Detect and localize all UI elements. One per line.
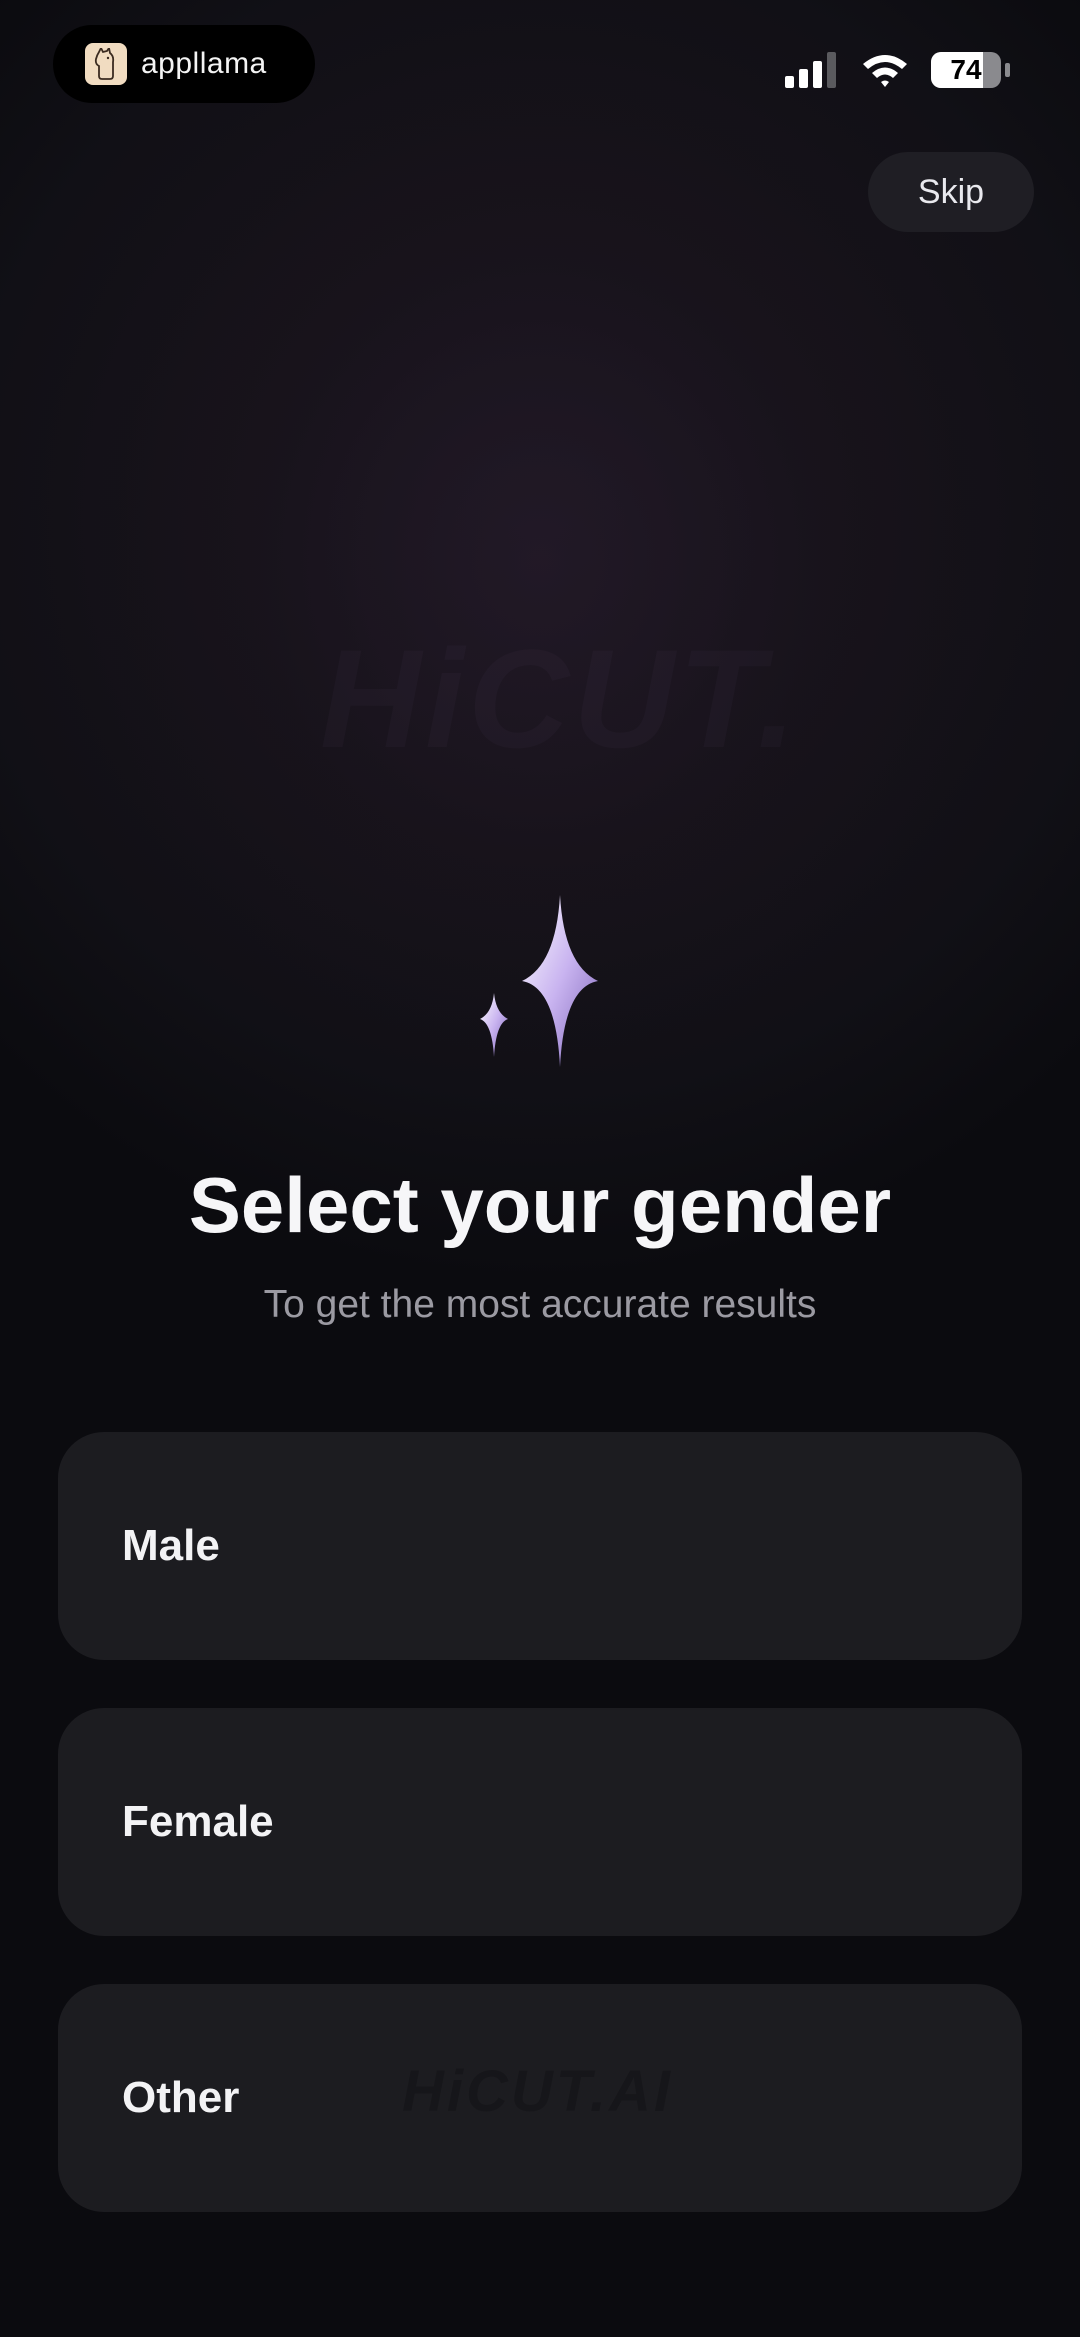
watermark-logo: HiCUT.	[320, 620, 801, 777]
app-pill[interactable]: appllama	[53, 25, 315, 103]
option-label: Male	[122, 1521, 220, 1570]
battery-level: 74	[950, 54, 982, 85]
gender-option-female[interactable]: Female	[58, 1708, 1022, 1936]
option-label: Other	[122, 2073, 240, 2122]
gender-option-male[interactable]: Male	[58, 1432, 1022, 1660]
sparkle-icon	[480, 895, 598, 1067]
cellular-signal-icon	[785, 52, 836, 88]
page-subtitle: To get the most accurate results	[263, 1283, 817, 1326]
skip-button[interactable]: Skip	[868, 152, 1034, 232]
status-icons: 74	[785, 48, 1010, 92]
app-pill-label: appllama	[141, 47, 267, 80]
page-title: Select your gender	[188, 1161, 892, 1249]
battery-nub	[1005, 63, 1010, 77]
option-label: Female	[122, 1797, 274, 1846]
gender-selection-screen: appllama 74 Skip HiCUT. Select your gend…	[0, 0, 1080, 2337]
llama-logo-icon	[85, 43, 127, 85]
watermark-text: HiCUT.AI	[402, 2059, 674, 2124]
wifi-icon	[863, 55, 907, 87]
battery-icon: 74	[931, 52, 1001, 88]
